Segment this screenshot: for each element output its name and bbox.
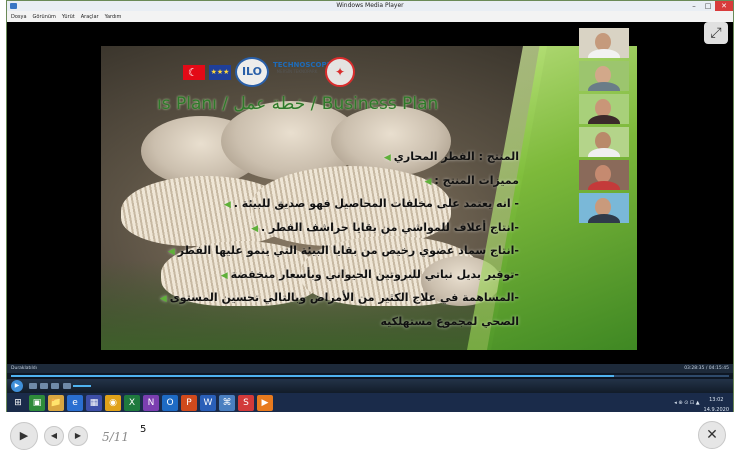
mute-button[interactable] bbox=[63, 383, 71, 389]
technoscope-logo-text: TECHNOSCOPE bbox=[273, 61, 332, 69]
media-player-window: Windows Media Player – □ ✕ Dosya Görünüm… bbox=[6, 0, 734, 413]
tray-icons[interactable]: ◂ ⊕ ⊙ ⊡ ▲ bbox=[674, 400, 699, 406]
participant-body bbox=[588, 82, 620, 91]
presentation-slide: ★★★ ILO TECHNOSCOPE MERSİN TEKNOPARK ✦ ı… bbox=[101, 46, 637, 350]
seek-track[interactable] bbox=[11, 375, 729, 377]
participant-body bbox=[588, 49, 620, 58]
close-window-button[interactable]: ✕ bbox=[715, 1, 733, 11]
bullet-item: -انتاج أعلاف للمواشي من بقايا حراشف الفط… bbox=[251, 220, 519, 234]
previous-track-button[interactable] bbox=[40, 383, 48, 389]
slide-bullet-list: المنتج : الفطر المحاري◀ مميزات المنتج :◀… bbox=[159, 146, 519, 332]
participant-tile[interactable] bbox=[579, 193, 629, 223]
eu-flag-icon: ★★★ bbox=[209, 64, 231, 80]
chrome-browser-icon[interactable]: ◉ bbox=[105, 395, 121, 411]
next-track-button[interactable] bbox=[51, 383, 59, 389]
turkey-flag-icon bbox=[183, 64, 205, 80]
participant-tile[interactable] bbox=[579, 94, 629, 124]
maximize-button[interactable]: □ bbox=[701, 1, 715, 11]
viewer-play-button[interactable]: ▶ bbox=[10, 422, 38, 450]
bullet-item: -المساهمة في علاج الكثير من الأمراض وبال… bbox=[159, 291, 519, 304]
network-app-icon[interactable]: ⌘ bbox=[219, 395, 235, 411]
edge-browser-icon[interactable]: e bbox=[67, 395, 83, 411]
technoscope-logo-subtext: MERSİN TEKNOPARK bbox=[276, 69, 318, 74]
bullet-arrow-icon: ◀ bbox=[223, 200, 231, 210]
bullet-item: مميزات المنتج :◀ bbox=[424, 173, 519, 187]
playback-status: Duraklatıldı bbox=[11, 366, 37, 371]
taskbar-app-icon[interactable]: ▣ bbox=[29, 395, 45, 411]
ilo-logo: ILO bbox=[235, 57, 269, 87]
bullet-item: المنتج : الفطر المحاري◀ bbox=[383, 150, 519, 163]
slide-number: 5 bbox=[140, 424, 147, 435]
file-explorer-icon[interactable]: 📁 bbox=[48, 395, 64, 411]
video-call-participants bbox=[579, 28, 629, 223]
powerpoint-icon[interactable]: P bbox=[181, 395, 197, 411]
player-status-bar: Duraklatıldı 03:28:35 / 04:15:45 bbox=[7, 364, 733, 373]
bullet-item: - انه يعتمد على مخلفات المحاصيل فهو صديق… bbox=[223, 197, 519, 210]
video-area[interactable]: ★★★ ILO TECHNOSCOPE MERSİN TEKNOPARK ✦ ı… bbox=[7, 22, 733, 364]
participant-body bbox=[588, 148, 620, 157]
bullet-arrow-icon: ◀ bbox=[220, 270, 228, 281]
bullet-arrow-icon: ◀ bbox=[251, 223, 258, 234]
system-tray: ◂ ⊕ ⊙ ⊡ ▲ 13:02 14.9.2020 bbox=[674, 393, 729, 413]
menu-tools[interactable]: Araçlar bbox=[81, 14, 99, 20]
menu-view[interactable]: Görünüm bbox=[33, 14, 56, 20]
bullet-item: -انتاج سماد عضوي رخيص من بقايا البيئة ال… bbox=[167, 244, 519, 257]
participant-tile[interactable] bbox=[579, 28, 629, 58]
skype-icon[interactable]: S bbox=[238, 395, 254, 411]
bullet-item: -توفير بديل نباتي للبروتين الحيواني وبأس… bbox=[220, 267, 519, 281]
word-icon[interactable]: W bbox=[200, 395, 216, 411]
volume-slider[interactable] bbox=[73, 385, 91, 387]
player-controls: ▶ bbox=[7, 379, 733, 393]
window-buttons: – □ ✕ bbox=[687, 1, 733, 11]
window-title: Windows Media Player bbox=[336, 2, 404, 9]
bullet-arrow-icon: ◀ bbox=[383, 153, 391, 163]
player-play-button[interactable]: ▶ bbox=[11, 380, 23, 392]
menu-help[interactable]: Yardım bbox=[105, 14, 122, 20]
calculator-icon[interactable]: ▦ bbox=[86, 395, 102, 411]
participant-body bbox=[588, 115, 620, 124]
menu-play[interactable]: Yürüt bbox=[62, 14, 75, 20]
bullet-arrow-icon: ◀ bbox=[167, 247, 175, 257]
seek-progress bbox=[11, 375, 615, 377]
viewer-controls: ▶ ◀ ▶ 5/11 5 ✕ bbox=[0, 412, 740, 451]
participant-tile[interactable] bbox=[579, 160, 629, 190]
menu-bar: Dosya Görünüm Yürüt Araçlar Yardım bbox=[7, 11, 733, 22]
participant-tile[interactable] bbox=[579, 61, 629, 91]
slide-title: ıs Planı / خطة عمل / Business Plan bbox=[157, 94, 439, 114]
excel-icon[interactable]: X bbox=[124, 395, 140, 411]
sponsor-logos: ★★★ ILO TECHNOSCOPE MERSİN TEKNOPARK ✦ bbox=[183, 54, 355, 90]
previous-slide-button[interactable]: ◀ bbox=[44, 426, 64, 446]
participant-body bbox=[588, 181, 620, 190]
participant-tile[interactable] bbox=[579, 127, 629, 157]
root: Windows Media Player – □ ✕ Dosya Görünüm… bbox=[0, 0, 740, 451]
clock-time: 13:02 bbox=[709, 397, 724, 403]
onenote-icon[interactable]: N bbox=[143, 395, 159, 411]
bullet-item: الصحي لمجموع مستهلكيه bbox=[380, 314, 519, 328]
page-indicator: 5/11 bbox=[102, 430, 129, 444]
media-player-taskbar-icon[interactable]: ▶ bbox=[257, 395, 273, 411]
title-bar: Windows Media Player – □ ✕ bbox=[7, 1, 733, 11]
playback-time: 03:28:35 / 04:15:45 bbox=[684, 366, 729, 371]
start-button-icon[interactable]: ⊞ bbox=[10, 395, 26, 411]
minimize-button[interactable]: – bbox=[687, 1, 701, 11]
next-slide-button[interactable]: ▶ bbox=[68, 426, 88, 446]
ministry-seal-icon: ✦ bbox=[325, 57, 355, 87]
bullet-arrow-icon: ◀ bbox=[424, 176, 432, 187]
menu-file[interactable]: Dosya bbox=[11, 14, 27, 20]
participant-body bbox=[588, 214, 620, 223]
viewer-close-button[interactable]: ✕ bbox=[698, 421, 726, 449]
system-clock[interactable]: 13:02 14.9.2020 bbox=[704, 393, 729, 413]
expand-icon[interactable]: ⤢ bbox=[704, 22, 728, 44]
stop-button[interactable] bbox=[29, 383, 37, 389]
windows-taskbar: ⊞ ▣ 📁 e ▦ ◉ X N O P W ⌘ S ▶ ◂ ⊕ ⊙ ⊡ ▲ 13… bbox=[7, 393, 733, 413]
technoscope-logo: TECHNOSCOPE MERSİN TEKNOPARK bbox=[273, 61, 332, 83]
outlook-icon[interactable]: O bbox=[162, 395, 178, 411]
bullet-arrow-icon: ◀ bbox=[159, 294, 167, 304]
